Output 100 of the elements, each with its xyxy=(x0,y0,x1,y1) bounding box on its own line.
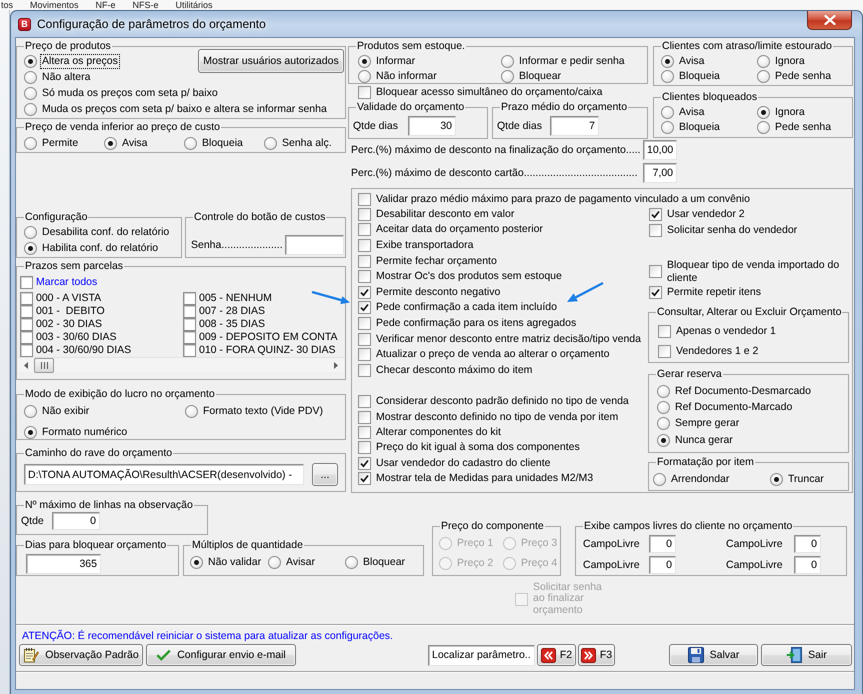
checkbox-option[interactable]: Alterar componentes do kit xyxy=(358,424,502,440)
menu-item[interactable]: NFS-e xyxy=(132,0,159,10)
radio-icon[interactable] xyxy=(184,136,197,150)
checkbox-icon[interactable] xyxy=(358,410,371,424)
checkbox-option[interactable]: Preço do kit igual à soma dos componentes xyxy=(358,440,581,456)
scroll-right-icon[interactable] xyxy=(334,362,338,368)
radio-option[interactable]: Permite xyxy=(24,135,80,151)
checkbox-option[interactable]: Validar prazo médio máximo para prazo de pagamento vinculado a um convênio xyxy=(358,193,751,206)
checkbox-icon[interactable] xyxy=(20,292,33,305)
checkbox-icon[interactable] xyxy=(183,305,196,318)
radio-icon[interactable] xyxy=(24,86,37,100)
checkbox-icon[interactable] xyxy=(658,324,671,338)
radio-icon[interactable] xyxy=(657,384,670,398)
exit-button[interactable]: Sair xyxy=(761,644,852,666)
checkbox-option[interactable]: Marcar todos xyxy=(20,275,98,289)
checkbox-option[interactable]: Desabilitar desconto em valor xyxy=(358,206,516,222)
checkbox-option[interactable]: 004 - 30/60/90 DIAS xyxy=(20,344,132,357)
radio-icon[interactable] xyxy=(345,556,358,568)
number-field[interactable]: 10,00 xyxy=(643,140,677,160)
radio-icon[interactable] xyxy=(268,556,281,568)
checkbox-icon[interactable] xyxy=(358,426,371,439)
show-users-button[interactable]: Mostrar usuários autorizados xyxy=(198,49,344,73)
radio-option[interactable]: Ref Documento-Desmarcado xyxy=(657,383,812,400)
checkbox-icon[interactable] xyxy=(358,238,371,252)
number-field[interactable]: 0 xyxy=(52,512,100,530)
checkbox-option[interactable]: Vendedores 1 e 2 xyxy=(658,344,760,358)
radio-option[interactable]: Pede senha xyxy=(757,120,832,135)
radio-icon[interactable] xyxy=(190,556,203,568)
checkbox-icon[interactable] xyxy=(358,456,371,470)
radio-icon[interactable] xyxy=(661,106,674,119)
radio-icon[interactable] xyxy=(24,70,37,84)
radio-icon[interactable] xyxy=(770,472,783,486)
checkbox-icon[interactable] xyxy=(183,292,196,305)
checkbox-icon[interactable] xyxy=(20,331,33,344)
radio-icon[interactable] xyxy=(501,55,514,68)
checkbox-option[interactable]: Bloquear acesso simultâneo do orçamento/caixa xyxy=(358,84,604,101)
email-setup-button[interactable]: Configurar envio e-mail xyxy=(146,644,296,666)
checkbox-option[interactable]: Considerar desconto padrão definido no tipo de venda xyxy=(358,394,630,410)
menu-item[interactable]: NF-e xyxy=(96,0,116,10)
checkbox-option[interactable]: Pede confirmação para os itens agregados xyxy=(358,316,578,332)
checkbox-icon[interactable] xyxy=(20,276,33,288)
radio-icon[interactable] xyxy=(657,434,670,447)
radio-icon[interactable] xyxy=(185,404,198,418)
checkbox-option[interactable]: 001 - DEBITO xyxy=(20,305,106,318)
scrollbar-thumb[interactable] xyxy=(34,358,54,372)
radio-icon[interactable] xyxy=(661,55,674,68)
radio-option[interactable]: Só muda os preços com seta p/ baixo xyxy=(24,85,219,101)
radio-option[interactable]: Pede senha xyxy=(757,69,832,84)
checkbox-option[interactable]: Mostrar tela de Medidas para unidades M2/M3 xyxy=(358,470,594,486)
radio-icon[interactable] xyxy=(657,401,670,414)
radio-icon[interactable] xyxy=(757,55,770,68)
checkbox-icon[interactable] xyxy=(358,254,371,268)
checkbox-option[interactable]: Permite desconto negativo xyxy=(358,284,502,300)
radio-option[interactable]: Bloqueia xyxy=(661,69,721,84)
radio-icon[interactable] xyxy=(657,417,670,430)
radio-option[interactable]: Não altera xyxy=(24,69,92,85)
radio-option[interactable]: Não informar xyxy=(358,69,438,84)
radio-option[interactable]: Bloqueia xyxy=(661,120,721,135)
radio-icon[interactable] xyxy=(24,242,37,254)
checkbox-option[interactable]: 003 - 30/60 DIAS xyxy=(20,331,118,344)
radio-option[interactable]: Não validar xyxy=(190,554,262,570)
checkbox-option[interactable]: 005 - NENHUM xyxy=(183,292,273,305)
radio-option[interactable]: Bloquear xyxy=(345,554,406,570)
search-field[interactable]: Localizar parâmetro... xyxy=(428,644,535,666)
radio-icon[interactable] xyxy=(24,404,37,418)
radio-option[interactable]: Avisa xyxy=(661,105,706,120)
checkbox-option[interactable]: Usar vendedor 2 xyxy=(649,206,746,222)
close-button[interactable] xyxy=(807,11,852,30)
checkbox-option[interactable]: 009 - DEPOSITO EM CONTA xyxy=(183,331,338,344)
password-field[interactable] xyxy=(285,235,344,255)
checkbox-icon[interactable] xyxy=(358,301,371,314)
checkbox-option[interactable]: 002 - 30 DIAS xyxy=(20,318,103,331)
number-field[interactable]: 7,00 xyxy=(643,163,677,183)
checkbox-option[interactable]: 007 - 28 DIAS xyxy=(183,305,266,318)
checkbox-option[interactable]: Permite repetir itens xyxy=(649,284,762,300)
checkbox-option[interactable]: Apenas o vendedor 1 xyxy=(658,324,777,338)
checkbox-icon[interactable] xyxy=(20,318,33,331)
checkbox-option[interactable]: Verificar menor desconto entre matriz decisão/tipo venda xyxy=(358,331,642,347)
menu-item[interactable]: Movimentos xyxy=(30,0,79,10)
checkbox-option[interactable]: Pede confirmação a cada item incluído xyxy=(358,300,558,316)
radio-option[interactable]: Ref Documento-Marcado xyxy=(657,399,794,416)
checkbox-option[interactable]: 010 - FORA QUINZ- 30 DIAS xyxy=(183,344,337,357)
checkbox-icon[interactable] xyxy=(358,193,371,206)
radio-option[interactable]: Informar xyxy=(358,54,416,69)
horizontal-scrollbar[interactable] xyxy=(18,357,344,372)
checkbox-icon[interactable] xyxy=(358,348,371,362)
radio-option[interactable]: Formato texto (Vide PDV) xyxy=(185,403,324,419)
radio-icon[interactable] xyxy=(661,121,674,134)
radio-option[interactable]: Truncar xyxy=(770,471,825,488)
number-field[interactable]: 365 xyxy=(26,554,101,574)
radio-icon[interactable] xyxy=(104,136,117,150)
checkbox-icon[interactable] xyxy=(183,318,196,331)
checkbox-icon[interactable] xyxy=(183,344,196,357)
menu-item[interactable]: tos xyxy=(1,0,14,10)
checkbox-icon[interactable] xyxy=(358,286,371,299)
number-field[interactable]: 0 xyxy=(649,535,676,553)
checkbox-icon[interactable] xyxy=(358,223,371,236)
radio-option[interactable]: Habilita conf. do relatório xyxy=(24,240,160,256)
checkbox-option[interactable]: Aceitar data do orçamento posterior xyxy=(358,222,544,238)
radio-option[interactable]: Arrendondar xyxy=(653,471,730,488)
